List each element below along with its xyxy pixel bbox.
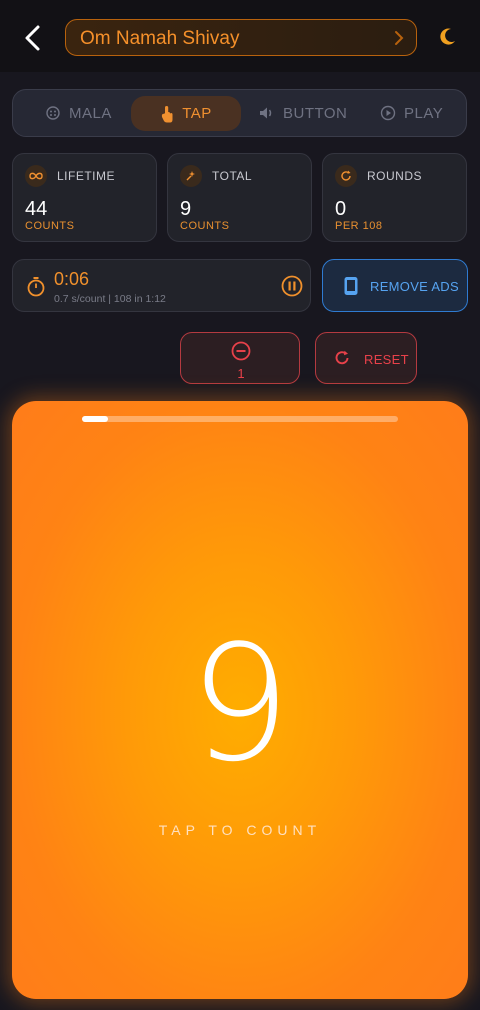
tab-tap[interactable]: TAP bbox=[131, 96, 241, 131]
stat-total-label: TOTAL bbox=[212, 169, 253, 183]
tap-hint: TAP TO COUNT bbox=[158, 822, 322, 838]
tab-play-label: PLAY bbox=[404, 104, 444, 122]
back-button[interactable] bbox=[22, 24, 46, 52]
refresh-icon bbox=[335, 165, 357, 187]
stat-lifetime-sub: COUNTS bbox=[25, 220, 75, 232]
round-progress-fill bbox=[82, 416, 109, 422]
stat-rounds-value: 0 bbox=[335, 198, 347, 220]
sparkle-icon bbox=[180, 165, 202, 187]
speaker-icon bbox=[259, 106, 275, 120]
tap-counter-area[interactable]: 9 TAP TO COUNT bbox=[12, 401, 468, 999]
stat-rounds-label: ROUNDS bbox=[367, 169, 423, 183]
mantra-selector[interactable]: Om Namah Shivay bbox=[65, 19, 417, 56]
stat-total: TOTAL 9 COUNTS bbox=[167, 153, 312, 242]
decrement-amount: 1 bbox=[237, 366, 245, 381]
session-timer: 0:06 0.7 s/count | 108 in 1:12 bbox=[12, 259, 311, 312]
tap-hand-icon bbox=[160, 105, 174, 123]
mode-selector: MALA TAP BUTTON PLAY bbox=[12, 89, 467, 137]
infinity-icon bbox=[25, 165, 47, 187]
tab-play[interactable]: PLAY bbox=[380, 90, 443, 136]
tab-mala-label: MALA bbox=[69, 104, 112, 122]
back-arrow-icon bbox=[25, 25, 40, 51]
stat-lifetime-label: LIFETIME bbox=[57, 169, 116, 183]
reset-button[interactable]: RESET bbox=[315, 332, 417, 384]
stat-lifetime: LIFETIME 44 COUNTS bbox=[12, 153, 157, 242]
reset-icon bbox=[335, 350, 349, 365]
tab-button[interactable]: BUTTON bbox=[259, 90, 347, 136]
tab-tap-label: TAP bbox=[182, 105, 212, 122]
stat-total-sub: COUNTS bbox=[180, 220, 230, 232]
mantra-title: Om Namah Shivay bbox=[80, 28, 240, 49]
stat-lifetime-value: 44 bbox=[25, 198, 48, 220]
chevron-right-icon bbox=[395, 31, 404, 45]
minus-circle-icon bbox=[231, 341, 251, 361]
round-progress-bar bbox=[82, 416, 398, 422]
moon-icon bbox=[440, 28, 455, 45]
decrement-button[interactable]: 1 bbox=[180, 332, 300, 384]
stat-rounds: ROUNDS 0 PER 108 bbox=[322, 153, 467, 242]
reset-label: RESET bbox=[364, 352, 409, 367]
tab-mala[interactable]: MALA bbox=[45, 90, 112, 136]
stat-total-value: 9 bbox=[180, 198, 192, 220]
pause-button[interactable] bbox=[281, 275, 303, 297]
stopwatch-icon bbox=[27, 277, 45, 297]
remove-ads-button[interactable]: REMOVE ADS bbox=[322, 259, 468, 312]
pause-icon bbox=[281, 275, 303, 297]
theme-toggle[interactable] bbox=[436, 26, 458, 48]
current-count: 9 bbox=[189, 610, 291, 797]
remove-ads-label: REMOVE ADS bbox=[370, 279, 459, 294]
stat-rounds-sub: PER 108 bbox=[335, 220, 383, 232]
timer-details: 0.7 s/count | 108 in 1:12 bbox=[54, 293, 166, 305]
tab-button-label: BUTTON bbox=[283, 104, 348, 122]
timer-elapsed: 0:06 bbox=[54, 269, 90, 289]
phone-icon bbox=[344, 277, 358, 295]
play-icon bbox=[380, 105, 396, 121]
top-bar: Om Namah Shivay bbox=[0, 0, 480, 72]
mala-icon bbox=[45, 105, 61, 121]
